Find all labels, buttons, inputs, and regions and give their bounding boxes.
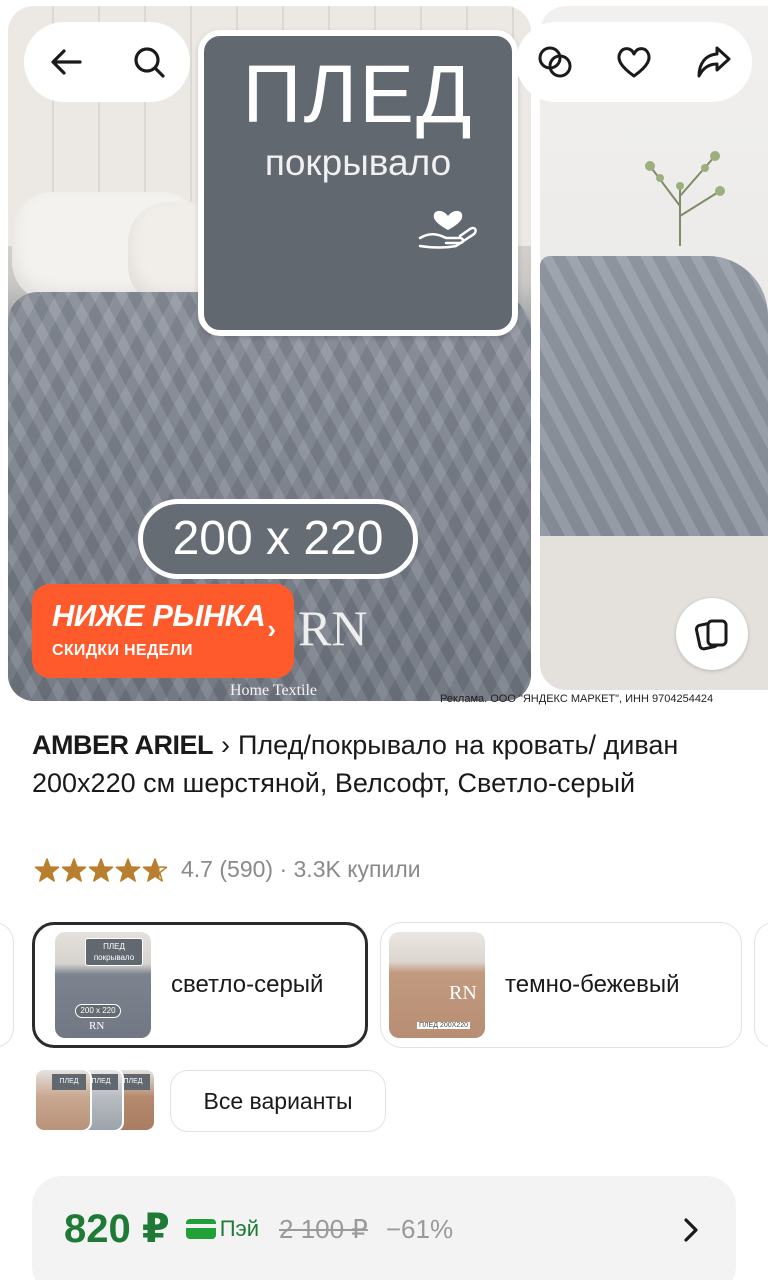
- share-icon: [697, 46, 731, 78]
- favorite-button[interactable]: [606, 34, 662, 90]
- share-button[interactable]: [685, 34, 741, 90]
- promo-subtitle: покрывало: [264, 142, 452, 183]
- variant-card-light-gray[interactable]: ПЛЕД покрывало 200 x 220 RN светло-серый: [32, 922, 368, 1048]
- search-button[interactable]: [121, 34, 177, 90]
- chevron-right-icon: [684, 1218, 698, 1242]
- product-photo-second[interactable]: [540, 6, 768, 690]
- plant-decor: [645, 151, 725, 246]
- pay-price: Пэй: [185, 1216, 260, 1242]
- brand-link[interactable]: AMBER ARIEL: [32, 730, 214, 760]
- brand-logo-subtitle: Home Textile: [230, 682, 318, 699]
- rating-value: 4.7: [181, 856, 213, 882]
- below-market-badge[interactable]: НИЖЕ РЫНКА СКИДКИ НЕДЕЛИ ›: [32, 584, 294, 678]
- star-icon: [88, 857, 114, 882]
- thumbnail-caption: ПЛЕД 200X220: [417, 1022, 471, 1029]
- thumbnail-brand: RN: [449, 982, 477, 1004]
- variant-card-dark-beige[interactable]: RN ПЛЕД 200X220 темно-бежевый: [380, 922, 742, 1048]
- discount-percent: −61%: [385, 1213, 454, 1244]
- rating-row[interactable]: 4.7 (590) · 3.3K купили: [34, 856, 421, 883]
- thumbnail-size: 200 x 220: [75, 1004, 121, 1018]
- review-count: (590): [219, 856, 274, 882]
- stack-thumbnail: ПЛЕД: [34, 1068, 92, 1132]
- sale-badge-subtitle: СКИДКИ НЕДЕЛИ: [52, 642, 193, 659]
- promo-title: ПЛЕД: [242, 49, 474, 140]
- brand-logo: RN: [298, 600, 368, 656]
- star-icon: [34, 857, 60, 882]
- product-title: AMBER ARIEL › Плед/покрывало на кровать/ д…: [32, 726, 732, 802]
- actions-pill: [516, 22, 752, 102]
- variant-card-prev[interactable]: [0, 922, 14, 1048]
- promo-sign: ПЛЕД покрывало: [198, 30, 518, 336]
- pay-card-icon: [185, 1219, 216, 1239]
- heart-icon: [617, 47, 651, 78]
- all-variants-button[interactable]: Все варианты: [170, 1070, 386, 1132]
- pay-label: Пэй: [219, 1216, 260, 1241]
- star-icon: [115, 857, 141, 882]
- search-icon: [133, 47, 165, 78]
- variant-thumbnail: RN ПЛЕД 200X220: [389, 932, 485, 1038]
- back-button[interactable]: [38, 34, 94, 90]
- size-badge: 200 x 220: [138, 499, 418, 579]
- chevron-right-icon: ›: [267, 614, 276, 644]
- variants-thumbnail-stack[interactable]: ПЛЕД ПЛЕД ПЛЕД: [34, 1068, 158, 1132]
- sale-badge-title: НИЖЕ РЫНКА: [52, 598, 266, 633]
- arrow-left-icon: [50, 49, 82, 75]
- star-icon: [142, 857, 168, 882]
- cards-icon: [694, 619, 728, 651]
- current-price: 820 ₽: [64, 1207, 170, 1251]
- variant-label: светло-серый: [171, 971, 324, 998]
- product-gallery[interactable]: ПЛЕД покрывало 200 x 220 RN Home Textile…: [0, 0, 768, 712]
- price-row: 820 ₽ Пэй 2 100 ₽ −61%: [64, 1206, 453, 1252]
- variant-thumbnail: ПЛЕД покрывало 200 x 220 RN: [55, 932, 151, 1038]
- variant-label: темно-бежевый: [505, 971, 680, 998]
- thumbnail-sign: ПЛЕД покрывало: [85, 938, 143, 966]
- star-icon: [61, 857, 87, 882]
- thumbnail-brand: RN: [89, 1020, 105, 1032]
- compare-toggle-button[interactable]: [527, 34, 583, 90]
- blanket: [540, 256, 768, 536]
- copy-compare-button[interactable]: [676, 598, 748, 670]
- chevron-right-icon: ›: [221, 730, 230, 760]
- bought-count: · 3.3K купили: [279, 856, 421, 882]
- hand-heart-icon: [418, 210, 477, 249]
- nav-pill: [24, 22, 190, 102]
- compare-rings-icon: [538, 46, 572, 78]
- rating-stars: [34, 857, 169, 883]
- ad-disclosure: Реклама. ООО "ЯНДЕКС МАРКЕТ", ИНН 970425…: [440, 693, 714, 705]
- old-price: 2 100 ₽: [279, 1213, 368, 1244]
- variant-card-next[interactable]: [754, 922, 768, 1048]
- price-card[interactable]: 820 ₽ Пэй 2 100 ₽ −61%: [32, 1176, 736, 1280]
